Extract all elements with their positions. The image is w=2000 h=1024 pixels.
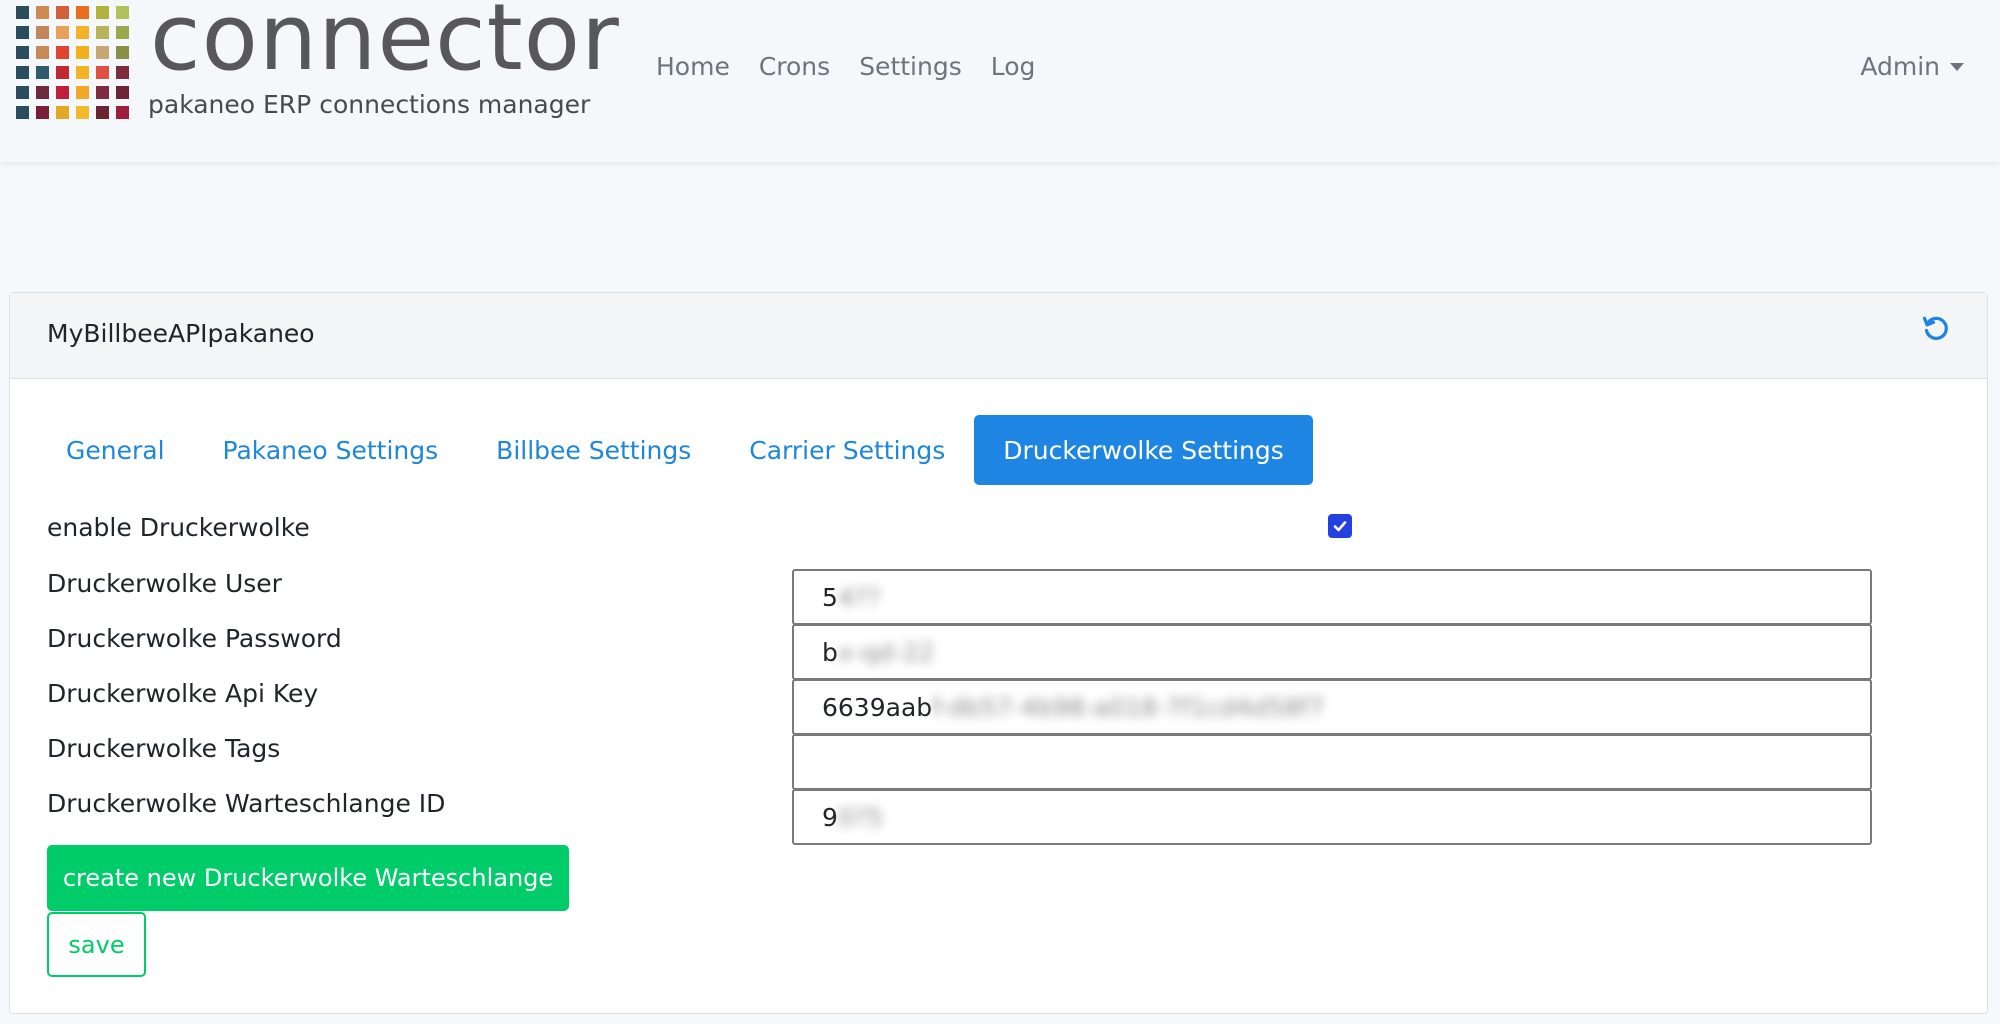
logo-tile: [36, 46, 49, 59]
druckerwolke-warteschlange-id-label: Druckerwolke Warteschlange ID: [47, 789, 446, 818]
logo-tile: [96, 26, 109, 39]
druckerwolke-user-label: Druckerwolke User: [47, 569, 282, 598]
settings-tabs: General Pakaneo Settings Billbee Setting…: [37, 415, 1313, 485]
connection-title: MyBillbeeAPIpakaneo: [47, 319, 315, 348]
logo-tile: [36, 106, 49, 119]
checkmark-icon: [1333, 521, 1347, 532]
tab-druckerwolke-settings[interactable]: Druckerwolke Settings: [974, 415, 1313, 485]
druckerwolke-password-label: Druckerwolke Password: [47, 624, 342, 653]
druckerwolke-tags-label: Druckerwolke Tags: [47, 734, 281, 763]
redacted-text: x-qd-22: [837, 637, 935, 667]
logo-tile: [116, 66, 129, 79]
druckerwolke-api-key-input[interactable]: 6639aab f-db57-4b98-a018-7f1cd4d58f7: [792, 679, 1872, 735]
logo-tile: [96, 6, 109, 19]
logo-tile: [56, 26, 69, 39]
field-value: 5: [822, 582, 838, 612]
logo-tile: [16, 106, 29, 119]
nav-link-home[interactable]: Home: [656, 52, 730, 81]
refresh-icon[interactable]: [1921, 313, 1951, 343]
logo-tile: [56, 6, 69, 19]
logo-tile: [16, 86, 29, 99]
druckerwolke-api-key-label: Druckerwolke Api Key: [47, 679, 319, 708]
nav-link-crons[interactable]: Crons: [759, 52, 830, 81]
logo-tile: [56, 66, 69, 79]
druckerwolke-password-input[interactable]: b x-qd-22: [792, 624, 1872, 680]
logo-tile: [36, 26, 49, 39]
field-value: b: [822, 637, 838, 667]
connection-card: MyBillbeeAPIpakaneo General Pakaneo Sett…: [9, 292, 1988, 1014]
redacted-text: f-db57-4b98-a018-7f1cd4d58f7: [932, 692, 1325, 722]
create-warteschlange-button[interactable]: create new Druckerwolke Warteschlange: [47, 845, 569, 911]
logo-tile: [116, 26, 129, 39]
logo-tile: [56, 46, 69, 59]
nav-link-log[interactable]: Log: [991, 52, 1036, 81]
logo-tile: [96, 46, 109, 59]
enable-druckerwolke-checkbox[interactable]: [1328, 514, 1352, 538]
redacted-text: 0?5: [837, 802, 883, 832]
card-header: MyBillbeeAPIpakaneo: [10, 293, 1987, 379]
logo-tile: [56, 86, 69, 99]
brand-title[interactable]: connector: [150, 0, 620, 91]
druckerwolke-user-input[interactable]: 5 4??: [792, 569, 1872, 625]
logo-tile: [76, 46, 89, 59]
logo-tile: [116, 6, 129, 19]
tab-pakaneo-settings[interactable]: Pakaneo Settings: [194, 415, 468, 485]
logo-tile: [76, 66, 89, 79]
logo-tile: [116, 106, 129, 119]
logo-tile: [36, 66, 49, 79]
logo-tile: [76, 86, 89, 99]
tab-billbee-settings[interactable]: Billbee Settings: [467, 415, 720, 485]
tab-carrier-settings[interactable]: Carrier Settings: [720, 415, 974, 485]
druckerwolke-tags-input[interactable]: [792, 734, 1872, 790]
chevron-down-icon: [1950, 62, 1964, 71]
logo-tile: [116, 86, 129, 99]
logo-tile: [16, 6, 29, 19]
tab-general[interactable]: General: [37, 415, 194, 485]
logo-tile: [36, 86, 49, 99]
field-value: 6639aab: [822, 692, 933, 722]
redacted-text: 4??: [837, 582, 881, 612]
logo-tile: [76, 6, 89, 19]
logo-tile: [76, 26, 89, 39]
navbar: connector pakaneo ERP connections manage…: [0, 0, 2000, 162]
user-menu-dropdown[interactable]: Admin: [1860, 52, 1964, 81]
logo-tile: [16, 66, 29, 79]
enable-druckerwolke-label: enable Druckerwolke: [47, 513, 310, 542]
logo-tile: [16, 26, 29, 39]
nav-links: Home Crons Settings Log: [656, 52, 1064, 81]
logo-tile: [16, 46, 29, 59]
logo-tile: [76, 106, 89, 119]
field-value: 9: [822, 802, 838, 832]
brand-logo[interactable]: [16, 6, 129, 119]
logo-tile: [116, 46, 129, 59]
save-button[interactable]: save: [47, 912, 146, 977]
logo-tile: [36, 6, 49, 19]
nav-link-settings[interactable]: Settings: [859, 52, 962, 81]
logo-tile: [96, 86, 109, 99]
druckerwolke-warteschlange-id-input[interactable]: 9 0?5: [792, 789, 1872, 845]
logo-tile: [56, 106, 69, 119]
logo-tile: [96, 106, 109, 119]
logo-tile: [96, 66, 109, 79]
brand-subtitle: pakaneo ERP connections manager: [148, 90, 591, 119]
user-menu-label: Admin: [1860, 52, 1940, 81]
